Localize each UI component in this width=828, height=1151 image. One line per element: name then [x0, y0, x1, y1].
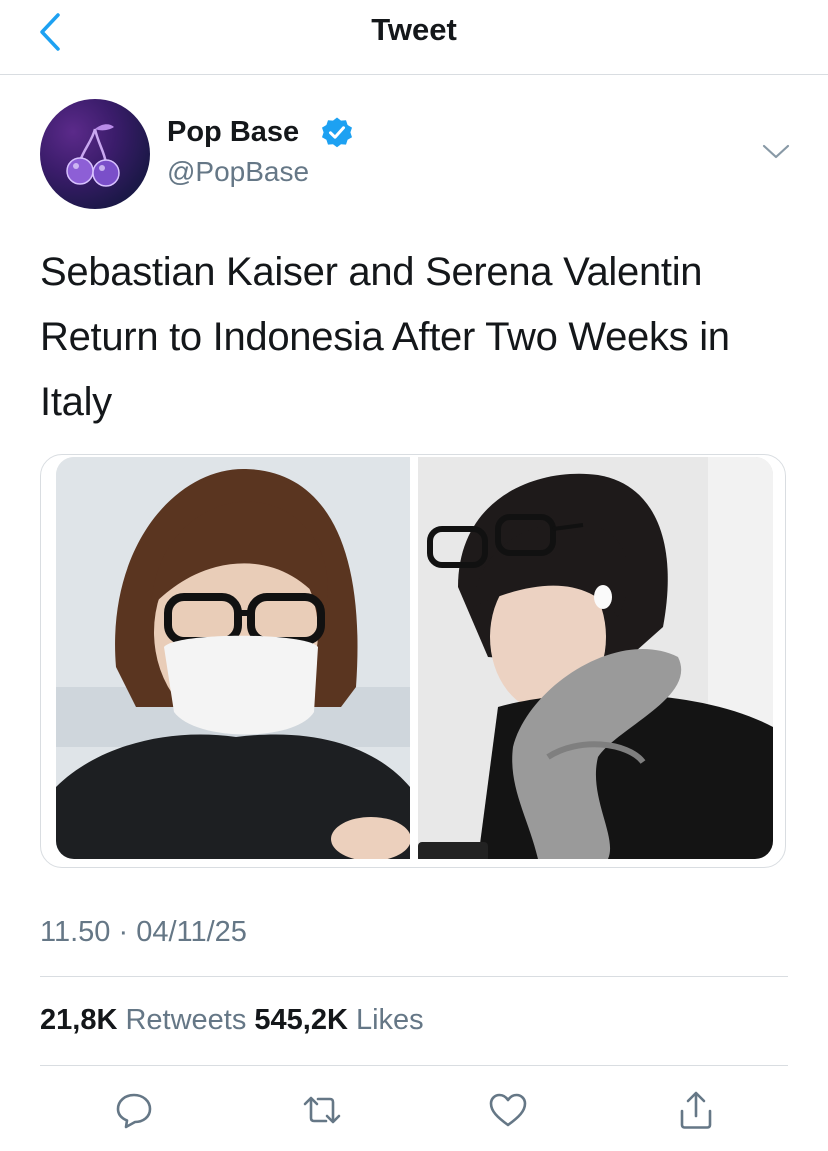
heart-icon [489, 1093, 527, 1127]
tweet-text: Sebastian Kaiser and Serena Valentin Ret… [40, 250, 730, 424]
comment-icon [116, 1093, 152, 1129]
chevron-down-icon [762, 144, 790, 159]
verified-badge-icon [322, 117, 352, 148]
tweet-timestamp: 11.50 · 04/11/25 [40, 916, 247, 948]
author-name[interactable]: Pop Base [167, 116, 299, 149]
photo-2-image [418, 457, 773, 859]
divider [40, 976, 788, 977]
media-card [40, 454, 786, 868]
tweet-stats: 21,8K Retweets 545,2K Likes [40, 1004, 424, 1037]
share-button[interactable] [672, 1086, 720, 1134]
tweet-photo-1[interactable] [56, 457, 410, 859]
top-bar: Tweet [0, 0, 828, 75]
retweets-label: Retweets [125, 1004, 247, 1036]
divider [40, 1065, 788, 1066]
page-title: Tweet [371, 12, 457, 47]
retweet-icon [303, 1096, 341, 1124]
photo-1-image [56, 457, 410, 859]
likes-label: Likes [355, 1004, 424, 1036]
more-options-button[interactable] [756, 136, 796, 168]
avatar[interactable] [40, 99, 150, 209]
tweet-photo-2[interactable] [418, 457, 773, 859]
cherry-icon [66, 124, 120, 187]
like-button[interactable] [484, 1086, 532, 1134]
share-icon [680, 1091, 712, 1129]
retweet-button[interactable] [298, 1086, 346, 1134]
retweets-count: 21,8K [40, 1004, 118, 1036]
reply-button[interactable] [110, 1086, 158, 1134]
author-handle[interactable]: @PopBase [167, 156, 309, 188]
retweets-stat[interactable]: 21,8K Retweets [40, 1004, 246, 1036]
likes-stat[interactable]: 545,2K Likes [254, 1004, 423, 1036]
likes-count: 545,2K [254, 1004, 348, 1036]
action-bar [0, 1080, 828, 1140]
